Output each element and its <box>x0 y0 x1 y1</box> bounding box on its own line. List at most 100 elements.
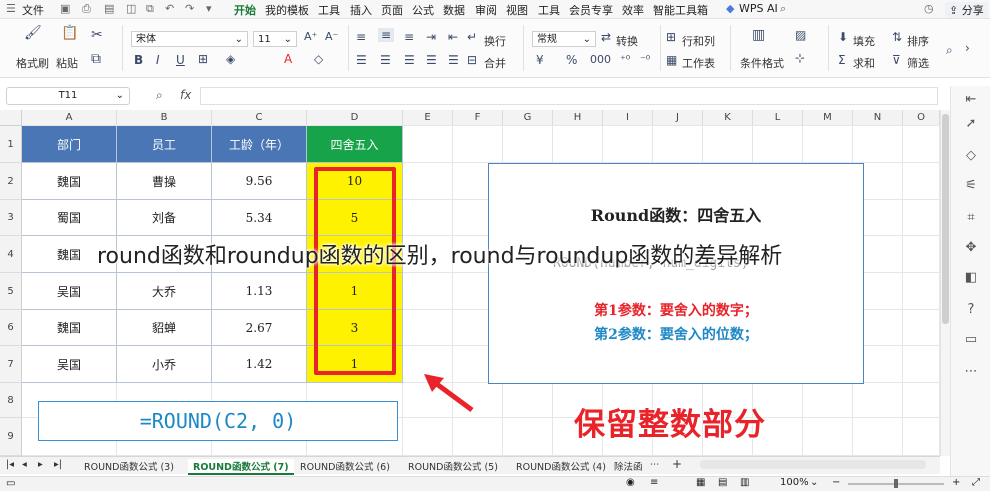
distribute-icon[interactable]: ☰ <box>448 53 459 67</box>
zoom-formula-icon[interactable]: ⌕ <box>156 88 163 103</box>
merge-label[interactable]: 合并 <box>484 55 506 71</box>
table-cell[interactable]: 蜀国 <box>22 200 117 236</box>
number-format-select[interactable]: 常规 ⌄ <box>532 31 596 47</box>
print-preview-icon[interactable]: ▤ <box>104 2 114 15</box>
first-sheet-icon[interactable]: |◂ <box>6 459 14 470</box>
conditional-format-label[interactable]: 条件格式 <box>740 55 784 71</box>
table-cell[interactable]: 大乔 <box>117 273 212 310</box>
cursor-icon[interactable]: ➚ <box>958 116 984 131</box>
sheet-tab[interactable]: ROUND函数公式 (4) <box>516 459 606 473</box>
justify-icon[interactable]: ☰ <box>426 53 437 67</box>
column-header-h[interactable]: H <box>553 110 603 126</box>
sheet-tab[interactable]: ROUND函数公式 (3) <box>84 459 174 473</box>
column-header-a[interactable]: A <box>22 110 117 126</box>
sort-label[interactable]: 排序 <box>907 33 929 49</box>
share-button[interactable]: ⇪ 分享 <box>945 2 988 18</box>
more-sheets-icon[interactable]: ⋯ <box>650 459 660 470</box>
outdent-icon[interactable]: ⇤ <box>448 30 458 44</box>
table-cell[interactable]: 魏国 <box>22 310 117 346</box>
tab-smart-toolbox[interactable]: 智能工具箱 <box>653 2 708 18</box>
sheet-tab[interactable]: ROUND函数公式 (6) <box>300 459 390 473</box>
worksheet-label[interactable]: 工作表 <box>682 55 715 71</box>
format-painter-icon[interactable]: 🖌 <box>24 25 42 41</box>
tab-review[interactable]: 审阅 <box>475 2 497 18</box>
border-icon[interactable]: ⊞ <box>198 52 208 66</box>
format-painter-label[interactable]: 格式刷 <box>16 55 49 71</box>
underline-icon[interactable]: U <box>176 53 185 67</box>
add-sheet-icon[interactable]: + <box>672 457 682 471</box>
font-size-select[interactable]: 11 ⌄ <box>253 31 297 47</box>
tab-home[interactable]: 开始 <box>234 2 256 21</box>
export-icon[interactable]: ◫ <box>126 2 136 15</box>
zoom-in-icon[interactable]: + <box>952 477 960 488</box>
tab-tools-1[interactable]: 工具 <box>318 2 340 18</box>
cell-style-icon[interactable]: ▨ <box>795 28 806 42</box>
help-icon[interactable]: ? <box>958 302 984 317</box>
sheet-tab[interactable]: ROUND函数公式 (5) <box>408 459 498 473</box>
align-bottom-icon[interactable]: ≡ <box>404 30 414 44</box>
crop-icon[interactable]: ⌗ <box>958 210 984 225</box>
decimal-increase-icon[interactable]: ⁺⁰ <box>620 53 630 66</box>
print-icon[interactable]: ⎙ <box>82 2 91 16</box>
tab-formulas[interactable]: 公式 <box>412 2 434 18</box>
status-menu-icon[interactable]: ≡ <box>650 477 658 488</box>
wps-ai-button[interactable]: WPS AI <box>739 2 778 15</box>
font-name-select[interactable]: 宋体 ⌄ <box>131 31 248 47</box>
tab-page[interactable]: 页面 <box>381 2 403 18</box>
scrollbar-thumb[interactable] <box>942 114 949 324</box>
bold-icon[interactable]: B <box>134 53 143 67</box>
increase-font-icon[interactable]: A⁺ <box>304 30 317 43</box>
font-color-icon[interactable]: A <box>284 52 292 66</box>
freeze-icon[interactable]: ⊹ <box>795 51 805 65</box>
table-cell[interactable]: 小乔 <box>117 346 212 383</box>
rows-cols-label[interactable]: 行和列 <box>682 33 715 49</box>
paste-icon[interactable]: 📋 <box>61 25 78 41</box>
column-header-f[interactable]: F <box>453 110 503 126</box>
column-header-i[interactable]: I <box>603 110 653 126</box>
column-header-n[interactable]: N <box>853 110 903 126</box>
more-tools-icon[interactable]: ⋯ <box>958 364 984 379</box>
row-header-2[interactable]: 2 <box>0 163 22 200</box>
more-icon[interactable]: ▾ <box>206 2 212 15</box>
table-cell[interactable]: 吴国 <box>22 346 117 383</box>
table-cell[interactable]: 1.42 <box>212 346 307 383</box>
vertical-scrollbar[interactable] <box>940 110 950 456</box>
tab-insert[interactable]: 插入 <box>350 2 372 18</box>
formula-input[interactable] <box>200 87 938 105</box>
search-icon[interactable]: ⌕ <box>780 2 786 16</box>
zoom-level[interactable]: 100% <box>780 477 809 488</box>
select-all-corner[interactable] <box>0 110 22 126</box>
table-cell[interactable]: 吴国 <box>22 273 117 310</box>
table-cell[interactable]: 2.67 <box>212 310 307 346</box>
row-header-9[interactable]: 9 <box>0 418 22 456</box>
currency-icon[interactable]: ¥ <box>536 53 544 67</box>
row-header-5[interactable]: 5 <box>0 273 22 310</box>
tab-member[interactable]: 会员专享 <box>569 2 613 18</box>
merge-icon[interactable]: ⊟ <box>467 53 477 67</box>
shape-icon[interactable]: ◇ <box>958 148 984 163</box>
column-header-j[interactable]: J <box>653 110 703 126</box>
next-sheet-icon[interactable]: ▸ <box>38 459 43 470</box>
conditional-format-icon[interactable]: ▥ <box>752 27 765 43</box>
sheet-tab-active[interactable]: ROUND函数公式 (7) <box>188 459 294 475</box>
wrap-label[interactable]: 换行 <box>484 33 506 49</box>
align-center-icon[interactable]: ☰ <box>380 53 391 67</box>
sum-label[interactable]: 求和 <box>853 55 875 71</box>
table-cell[interactable]: 5.34 <box>212 200 307 236</box>
align-left-icon[interactable]: ☰ <box>356 53 367 67</box>
history-icon[interactable]: ◷ <box>924 2 934 15</box>
table-header-cell[interactable]: 工龄（年） <box>212 126 307 163</box>
wrap-icon[interactable]: ↵ <box>467 30 477 44</box>
tab-tools-2[interactable]: 工具 <box>538 2 560 18</box>
chat-icon[interactable]: ▭ <box>958 332 984 347</box>
italic-icon[interactable]: I <box>156 53 160 67</box>
normal-view-icon[interactable]: ▦ <box>696 477 705 488</box>
table-cell[interactable]: 貂蝉 <box>117 310 212 346</box>
name-box[interactable]: T11 ⌄ <box>6 87 130 105</box>
table-cell[interactable]: 魏国 <box>22 163 117 200</box>
eye-icon[interactable]: ◉ <box>626 477 635 488</box>
column-header-b[interactable]: B <box>117 110 212 126</box>
undo-icon[interactable]: ↶ <box>165 2 174 15</box>
tab-my-templates[interactable]: 我的模板 <box>265 2 309 18</box>
filter-icon[interactable]: ⊽ <box>892 53 901 67</box>
